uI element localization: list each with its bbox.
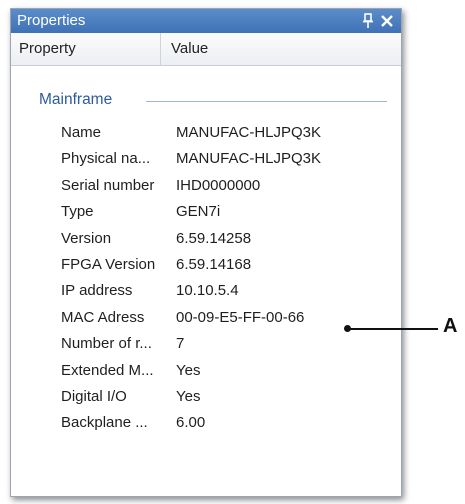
property-value: MANUFAC-HLJPQ3K (176, 150, 322, 168)
callout-label: A (443, 315, 458, 337)
property-rows: Name MANUFAC-HLJPQ3K Physical na... MANU… (11, 121, 401, 438)
panel-titlebar: Properties (11, 9, 401, 33)
property-value: 6.59.14258 (176, 229, 252, 247)
property-name: IP address (61, 282, 133, 300)
property-name: Physical na... (61, 150, 151, 168)
close-icon[interactable] (379, 13, 395, 29)
property-name: Digital I/O (61, 387, 127, 405)
property-row[interactable]: Number of r... 7 (11, 332, 401, 358)
property-row[interactable]: MAC Adress 00-09-E5-FF-00-66 (11, 306, 401, 332)
property-row[interactable]: IP address 10.10.5.4 (11, 279, 401, 305)
group-header-mainframe[interactable]: Mainframe (39, 91, 112, 109)
property-row[interactable]: Digital I/O Yes (11, 385, 401, 411)
panel-title: Properties (17, 12, 86, 29)
property-row[interactable]: Type GEN7i (11, 200, 401, 226)
property-value: Yes (176, 387, 201, 405)
property-value: 6.00 (176, 414, 206, 432)
property-row[interactable]: FPGA Version 6.59.14168 (11, 253, 401, 279)
property-row[interactable]: Physical na... MANUFAC-HLJPQ3K (11, 147, 401, 173)
column-header-property[interactable]: Property (11, 33, 161, 65)
pin-icon[interactable] (361, 13, 375, 29)
property-value: Yes (176, 361, 201, 379)
property-value: GEN7i (176, 203, 221, 221)
column-header-value[interactable]: Value (161, 33, 208, 65)
property-name: Name (61, 124, 102, 141)
property-value: 10.10.5.4 (176, 282, 239, 300)
property-value: MANUFAC-HLJPQ3K (176, 124, 322, 141)
callout-line (350, 328, 438, 330)
property-name: Extended M... (61, 361, 154, 379)
group-divider (146, 101, 387, 102)
property-value: 00-09-E5-FF-00-66 (176, 308, 305, 326)
property-name: FPGA Version (61, 255, 156, 273)
property-value: IHD0000000 (176, 176, 261, 194)
property-row[interactable]: Name MANUFAC-HLJPQ3K (11, 121, 401, 147)
property-name: Backplane ... (61, 414, 148, 432)
property-name: MAC Adress (61, 308, 145, 326)
property-name: Version (61, 229, 112, 247)
property-row[interactable]: Backplane ... 6.00 (11, 411, 401, 437)
properties-panel: Properties Property Value Mainframe Name… (10, 8, 402, 497)
property-row[interactable]: Version 6.59.14258 (11, 227, 401, 253)
column-header: Property Value (11, 33, 401, 66)
property-name: Type (61, 203, 94, 221)
property-value: 7 (176, 335, 185, 353)
property-name: Number of r... (61, 335, 152, 353)
property-name: Serial number (61, 176, 155, 194)
property-row[interactable]: Extended M... Yes (11, 359, 401, 385)
property-row[interactable]: Serial number IHD0000000 (11, 174, 401, 200)
property-value: 6.59.14168 (176, 255, 252, 273)
